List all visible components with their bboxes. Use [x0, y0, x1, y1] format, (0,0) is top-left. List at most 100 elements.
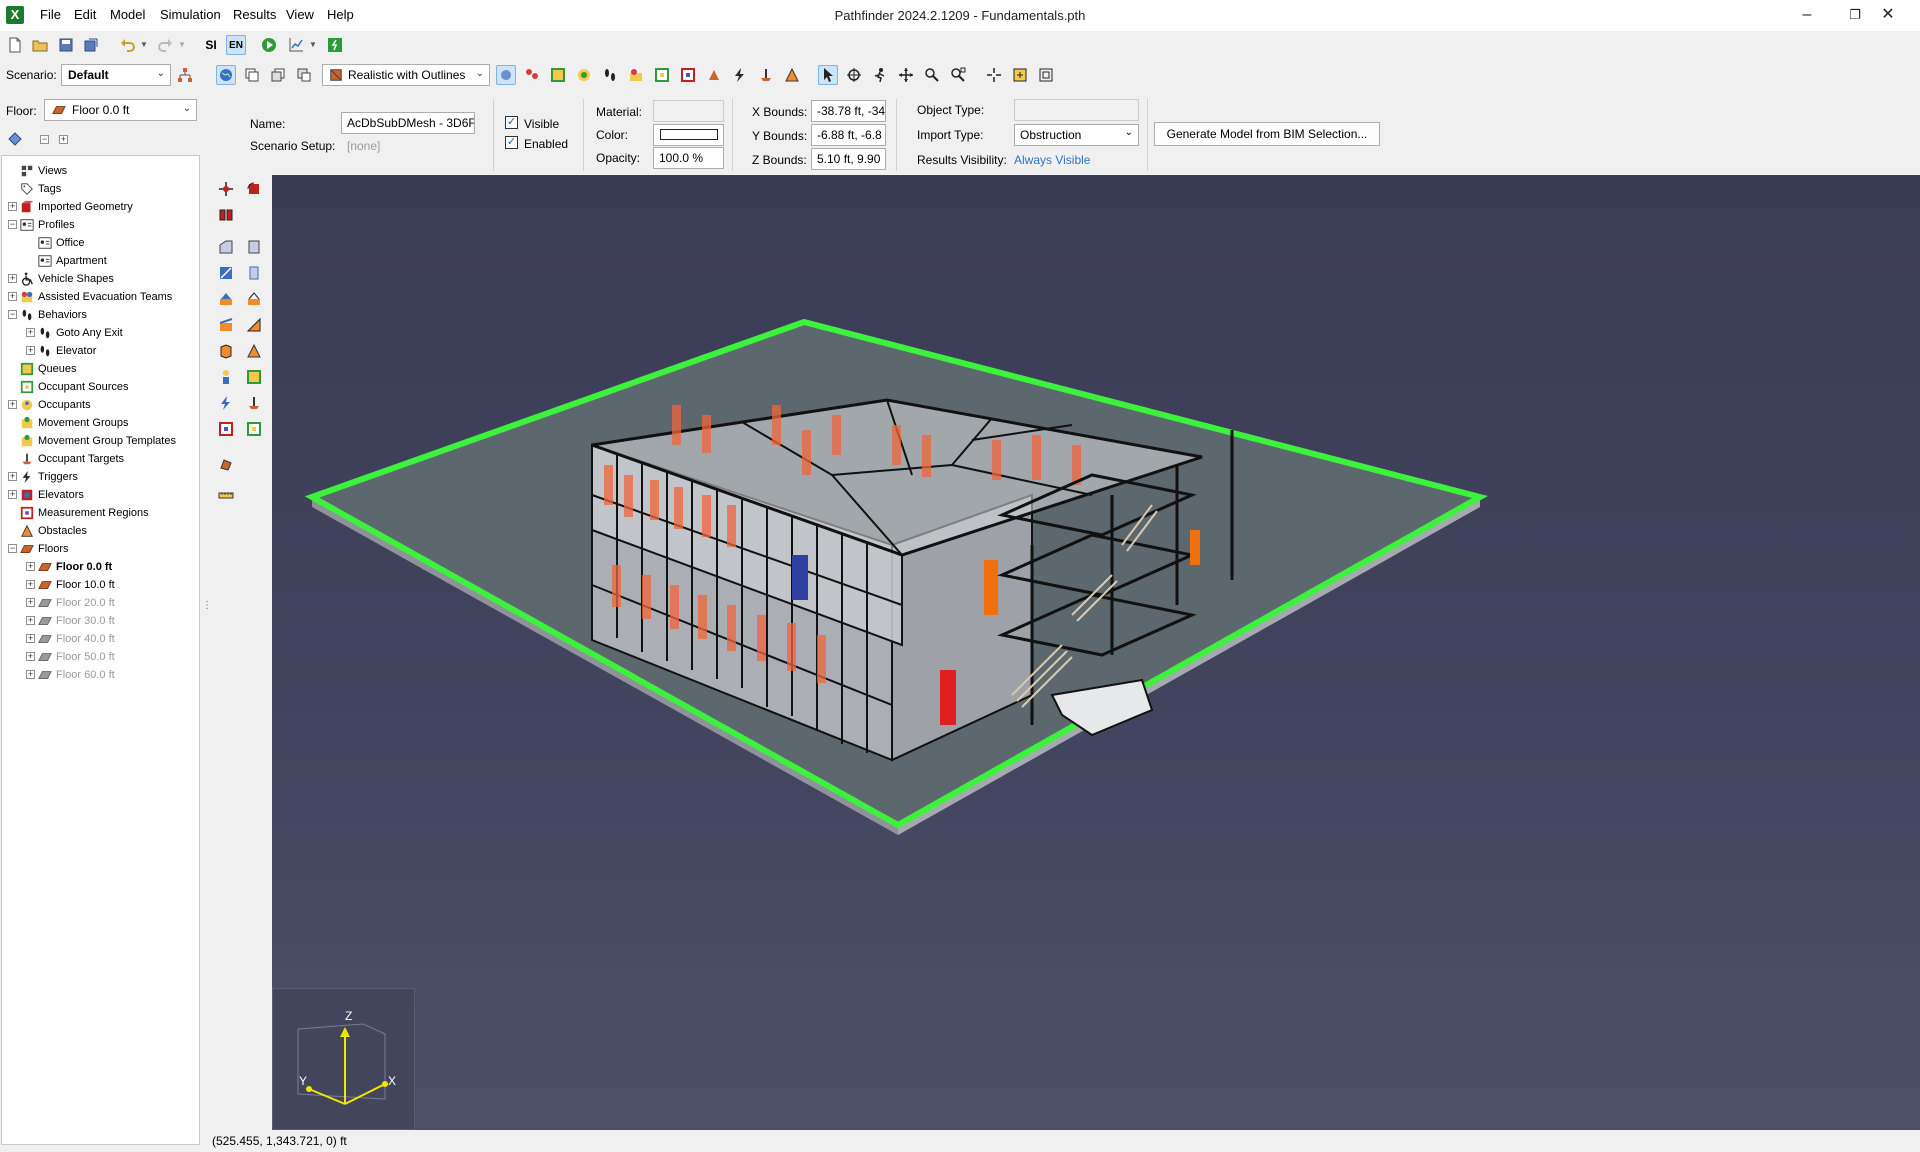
minimize-button[interactable]: –: [1797, 5, 1817, 25]
tree-item[interactable]: + Floor 10.0 ft: [26, 576, 115, 594]
expand-icon[interactable]: +: [8, 490, 17, 499]
show-groups-button[interactable]: [574, 65, 594, 85]
show-measurement-button[interactable]: [678, 65, 698, 85]
group-tool-button[interactable]: [244, 367, 264, 387]
run-simulation-button[interactable]: [259, 35, 279, 55]
collapse-icon[interactable]: −: [8, 310, 17, 319]
material-field[interactable]: [653, 100, 724, 122]
expand-icon[interactable]: +: [26, 562, 35, 571]
results-viewer-button[interactable]: [325, 35, 345, 55]
tree-item[interactable]: + Elevator: [26, 342, 96, 360]
expand-icon[interactable]: +: [26, 598, 35, 607]
ramp-tool-button[interactable]: [216, 289, 236, 309]
collapse-icon[interactable]: −: [8, 220, 17, 229]
target-tool-button[interactable]: [244, 393, 264, 413]
expand-icon[interactable]: +: [8, 202, 17, 211]
measure-region-button[interactable]: [216, 419, 236, 439]
tree-item[interactable]: Views: [20, 162, 67, 180]
tree-item[interactable]: Queues: [20, 360, 77, 378]
name-input[interactable]: AcDbSubDMesh - 3D6F: [341, 112, 475, 134]
trigger-tool-button[interactable]: [216, 393, 236, 413]
show-behaviors-button[interactable]: [600, 65, 620, 85]
tree-item[interactable]: + Elevators: [8, 486, 84, 504]
render-mode-dropdown[interactable]: Realistic with Outlines ⌄: [322, 64, 490, 86]
snap-tool-button[interactable]: [984, 65, 1004, 85]
tree-item[interactable]: Tags: [20, 180, 61, 198]
tree-item[interactable]: + Floor 30.0 ft: [26, 612, 115, 630]
results-chart-button[interactable]: [286, 35, 306, 55]
3d-viewport[interactable]: [272, 175, 1920, 1130]
close-button[interactable]: ✕: [1870, 5, 1906, 25]
expand-icon[interactable]: +: [26, 652, 35, 661]
opacity-input[interactable]: 100.0 %: [653, 147, 724, 169]
tree-item[interactable]: + Goto Any Exit: [26, 324, 123, 342]
rotate-tool-button[interactable]: [244, 179, 264, 199]
show-occupants-button[interactable]: [522, 65, 542, 85]
redo-button[interactable]: [155, 35, 175, 55]
show-rooms-button[interactable]: [548, 65, 568, 85]
tree-item[interactable]: Movement Groups: [20, 414, 128, 432]
open-file-button[interactable]: [30, 35, 50, 55]
tree-filter-button[interactable]: [5, 129, 25, 149]
tree-item[interactable]: + Floor 40.0 ft: [26, 630, 115, 648]
door-tool-button[interactable]: [244, 263, 264, 283]
view-top-button[interactable]: [242, 65, 262, 85]
expand-icon[interactable]: +: [8, 274, 17, 283]
source-tool-button[interactable]: [244, 419, 264, 439]
tree-item[interactable]: + Vehicle Shapes: [8, 270, 114, 288]
occupant-tool-button[interactable]: [216, 367, 236, 387]
show-navigation-button[interactable]: [496, 65, 516, 85]
stair-tool-button[interactable]: [216, 263, 236, 283]
view-3d-button[interactable]: [216, 65, 236, 85]
tree-item[interactable]: − Behaviors: [8, 306, 87, 324]
tree-item[interactable]: Measurement Regions: [20, 504, 149, 522]
show-elevators-button[interactable]: [756, 65, 776, 85]
tree-item[interactable]: Occupant Targets: [20, 450, 124, 468]
walk-tool-button[interactable]: [870, 65, 890, 85]
expand-icon[interactable]: +: [8, 472, 17, 481]
color-picker[interactable]: [653, 124, 724, 146]
select-tool-button[interactable]: [818, 65, 838, 85]
tree-item[interactable]: Movement Group Templates: [20, 432, 176, 450]
expand-icon[interactable]: +: [26, 616, 35, 625]
tree-item[interactable]: + Triggers: [8, 468, 78, 486]
mirror-tool-button[interactable]: [216, 205, 236, 225]
floor-dropdown[interactable]: Floor 0.0 ft ⌄: [44, 99, 197, 121]
undo-dropdown-arrow[interactable]: ▼: [140, 40, 148, 49]
generate-model-button[interactable]: Generate Model from BIM Selection...: [1154, 122, 1380, 146]
tree-item[interactable]: Office: [38, 234, 85, 252]
visible-checkbox[interactable]: ✓: [505, 116, 518, 129]
view-side-button[interactable]: [294, 65, 314, 85]
show-obstacles-button[interactable]: [782, 65, 802, 85]
obstacle-tool-button[interactable]: [244, 341, 264, 361]
tree-item[interactable]: + Assisted Evacuation Teams: [8, 288, 172, 306]
expand-all-button[interactable]: +: [59, 135, 68, 144]
show-triggers-button[interactable]: [730, 65, 750, 85]
object-type-field[interactable]: [1014, 99, 1139, 121]
x-bounds-input[interactable]: -38.78 ft, -34: [811, 100, 886, 122]
import-type-dropdown[interactable]: Obstruction ⌄: [1014, 124, 1139, 146]
collapse-icon[interactable]: −: [8, 544, 17, 553]
new-file-button[interactable]: [5, 35, 25, 55]
collapse-all-button[interactable]: −: [40, 135, 49, 144]
zoom-tool-button[interactable]: [922, 65, 942, 85]
tree-item[interactable]: + Floor 50.0 ft: [26, 648, 115, 666]
rect-room-button[interactable]: [244, 237, 264, 257]
tree-item[interactable]: Apartment: [38, 252, 107, 270]
move-tool-button[interactable]: [216, 179, 236, 199]
escalator-tool-button[interactable]: [244, 289, 264, 309]
show-sources-button[interactable]: [652, 65, 672, 85]
tree-item[interactable]: − Profiles: [8, 216, 75, 234]
results-dropdown-arrow[interactable]: ▼: [309, 40, 317, 49]
tree-item[interactable]: + Floor 20.0 ft: [26, 594, 115, 612]
show-agents-button[interactable]: [626, 65, 646, 85]
tree-item[interactable]: + Occupants: [8, 396, 91, 414]
save-as-button[interactable]: [81, 35, 101, 55]
orientation-axes[interactable]: Z Y X: [272, 988, 415, 1130]
tree-item[interactable]: + Floor 0.0 ft: [26, 558, 112, 576]
orbit-tool-button[interactable]: [844, 65, 864, 85]
expand-icon[interactable]: +: [8, 292, 17, 301]
si-units-button[interactable]: SI: [201, 35, 221, 55]
y-bounds-input[interactable]: -6.88 ft, -6.8: [811, 124, 886, 146]
save-button[interactable]: [56, 35, 76, 55]
